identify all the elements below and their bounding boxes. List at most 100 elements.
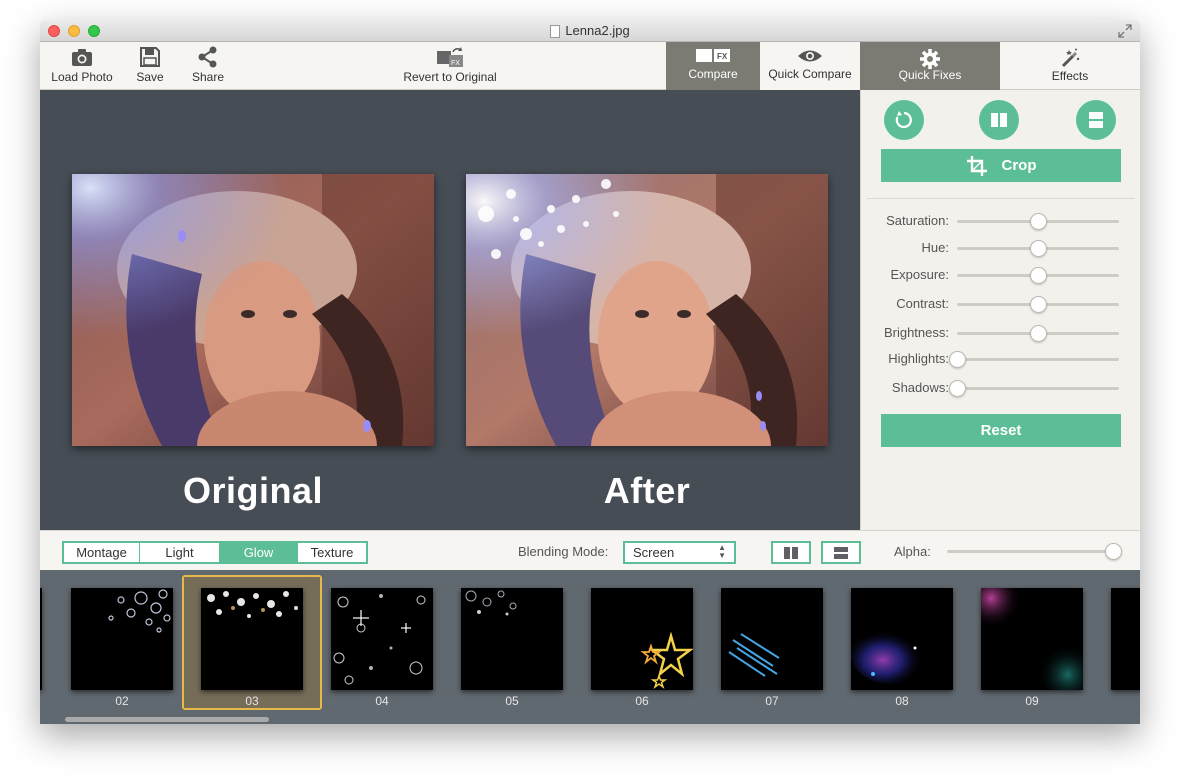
tab-quick-compare-label: Quick Compare	[768, 67, 852, 81]
adjustment-slider[interactable]	[949, 380, 1119, 397]
adjustment-label: Highlights:	[888, 351, 949, 366]
title-bar: Lenna2.jpg	[40, 20, 1140, 42]
reset-button[interactable]: Reset	[881, 414, 1121, 447]
adjustment-slider[interactable]	[957, 296, 1119, 313]
blending-mode-value: Screen	[633, 545, 675, 560]
adjustment-slider-knob[interactable]	[1030, 325, 1047, 342]
thumbnail-label: 03	[245, 694, 259, 708]
app-window: Lenna2.jpg Load Photo Save Share FX Reve…	[40, 20, 1140, 724]
effect-thumbnail-partial[interactable]	[40, 588, 42, 690]
rotate-icon	[895, 111, 912, 129]
tab-quick-fixes[interactable]: Quick Fixes	[860, 42, 1000, 90]
share-icon	[198, 46, 217, 68]
thumbnail-label: 09	[1025, 694, 1039, 708]
eye-icon	[798, 50, 822, 62]
effect-thumbnail-03[interactable]	[201, 588, 303, 690]
category-light[interactable]: Light	[140, 543, 220, 562]
load-photo-button[interactable]: Load Photo	[50, 46, 114, 84]
flip-horizontal-button[interactable]	[979, 100, 1019, 140]
adjustment-row: Hue:	[861, 238, 1140, 258]
adjustment-row: Exposure:	[861, 265, 1140, 285]
toolbar: Load Photo Save Share FX Revert to Origi…	[40, 42, 1140, 90]
effect-thumbnail-04[interactable]	[331, 588, 433, 690]
effects-thumbnail-strip: 02 03 04 05 06 07 08 09	[40, 570, 1140, 724]
revert-to-original-button[interactable]: FX Revert to Original	[390, 46, 510, 84]
divider	[867, 198, 1135, 199]
effect-thumbnail-02[interactable]	[71, 588, 173, 690]
thumbnail-label: 07	[765, 694, 779, 708]
minimize-window-button[interactable]	[68, 25, 80, 37]
after-photo[interactable]	[466, 174, 828, 446]
adjustment-label: Brightness:	[883, 325, 949, 340]
tab-effects[interactable]: Effects	[1000, 42, 1140, 90]
adjustment-slider[interactable]	[957, 267, 1119, 284]
quick-fixes-panel: Crop Saturation: Hue: Exposure: Contrast: Br…	[860, 90, 1140, 530]
preview-area: Original After	[40, 90, 860, 530]
alpha-slider[interactable]	[947, 543, 1122, 560]
adjustment-label: Saturation:	[886, 213, 949, 228]
fullscreen-icon[interactable]	[1118, 24, 1132, 38]
effect-thumbnail-partial[interactable]	[1111, 588, 1140, 690]
close-window-button[interactable]	[48, 25, 60, 37]
tab-compare[interactable]: FX Compare	[666, 42, 760, 90]
adjustment-slider-knob[interactable]	[1030, 240, 1047, 257]
split-columns-icon	[784, 546, 798, 559]
tab-compare-label: Compare	[688, 67, 738, 81]
blending-mode-label: Blending Mode:	[518, 544, 609, 559]
revert-icon: FX	[437, 47, 463, 67]
rotate-button[interactable]	[884, 100, 924, 140]
crop-label: Crop	[1001, 157, 1037, 174]
split-vertical-button[interactable]	[821, 541, 861, 564]
thumbnail-label: 05	[505, 694, 519, 708]
adjustment-slider-knob[interactable]	[1030, 213, 1047, 230]
zoom-window-button[interactable]	[88, 25, 100, 37]
effect-thumbnail-05[interactable]	[461, 588, 563, 690]
select-arrows-icon: ▲ ▼	[718, 543, 726, 560]
adjustment-slider-knob[interactable]	[949, 351, 966, 368]
adjustment-slider-knob[interactable]	[949, 380, 966, 397]
save-icon	[140, 47, 160, 67]
svg-text:FX: FX	[717, 52, 728, 61]
split-rows-icon	[834, 546, 848, 559]
blending-mode-select[interactable]: Screen ▲ ▼	[623, 541, 736, 564]
thumbnail-label: 02	[115, 694, 129, 708]
category-montage[interactable]: Montage	[64, 543, 140, 562]
category-texture[interactable]: Texture	[298, 543, 366, 562]
adjustment-slider-knob[interactable]	[1030, 267, 1047, 284]
flip-vertical-icon	[1089, 112, 1103, 128]
effect-thumbnail-08[interactable]	[851, 588, 953, 690]
effect-thumbnail-09[interactable]	[981, 588, 1083, 690]
flip-vertical-button[interactable]	[1076, 100, 1116, 140]
save-label: Save	[136, 70, 164, 84]
adjustment-slider[interactable]	[957, 240, 1119, 257]
revert-label: Revert to Original	[403, 70, 497, 84]
adjustment-row: Brightness:	[861, 323, 1140, 343]
adjustment-slider[interactable]	[949, 351, 1119, 368]
effect-thumbnail-06[interactable]	[591, 588, 693, 690]
alpha-slider-knob[interactable]	[1105, 543, 1122, 560]
share-button[interactable]: Share	[186, 46, 230, 84]
after-caption: After	[603, 470, 691, 511]
thumbnail-scrollbar[interactable]	[65, 717, 269, 722]
save-button[interactable]: Save	[130, 46, 170, 84]
tab-quick-fixes-label: Quick Fixes	[898, 68, 962, 82]
adjustment-slider[interactable]	[957, 325, 1119, 342]
thumbnail-label: 04	[375, 694, 389, 708]
split-horizontal-button[interactable]	[771, 541, 811, 564]
tab-quick-compare[interactable]: Quick Compare	[760, 42, 860, 90]
adjustment-slider[interactable]	[957, 213, 1119, 230]
original-caption: Original	[182, 470, 324, 511]
adjustment-row: Saturation:	[861, 211, 1140, 231]
adjustment-slider-knob[interactable]	[1030, 296, 1047, 313]
effects-toolbar: Montage Light Glow Texture Blending Mode…	[40, 530, 1140, 570]
effect-category-segments: Montage Light Glow Texture	[62, 541, 368, 564]
original-photo[interactable]	[72, 174, 434, 446]
category-glow[interactable]: Glow	[220, 543, 298, 562]
adjustment-label: Hue:	[921, 240, 949, 255]
gear-icon	[920, 49, 940, 69]
crop-button[interactable]: Crop	[881, 149, 1121, 182]
tab-effects-label: Effects	[1051, 69, 1089, 83]
effect-thumbnail-07[interactable]	[721, 588, 823, 690]
adjustment-row: Shadows:	[861, 378, 1140, 398]
adjustment-label: Shadows:	[891, 380, 949, 395]
